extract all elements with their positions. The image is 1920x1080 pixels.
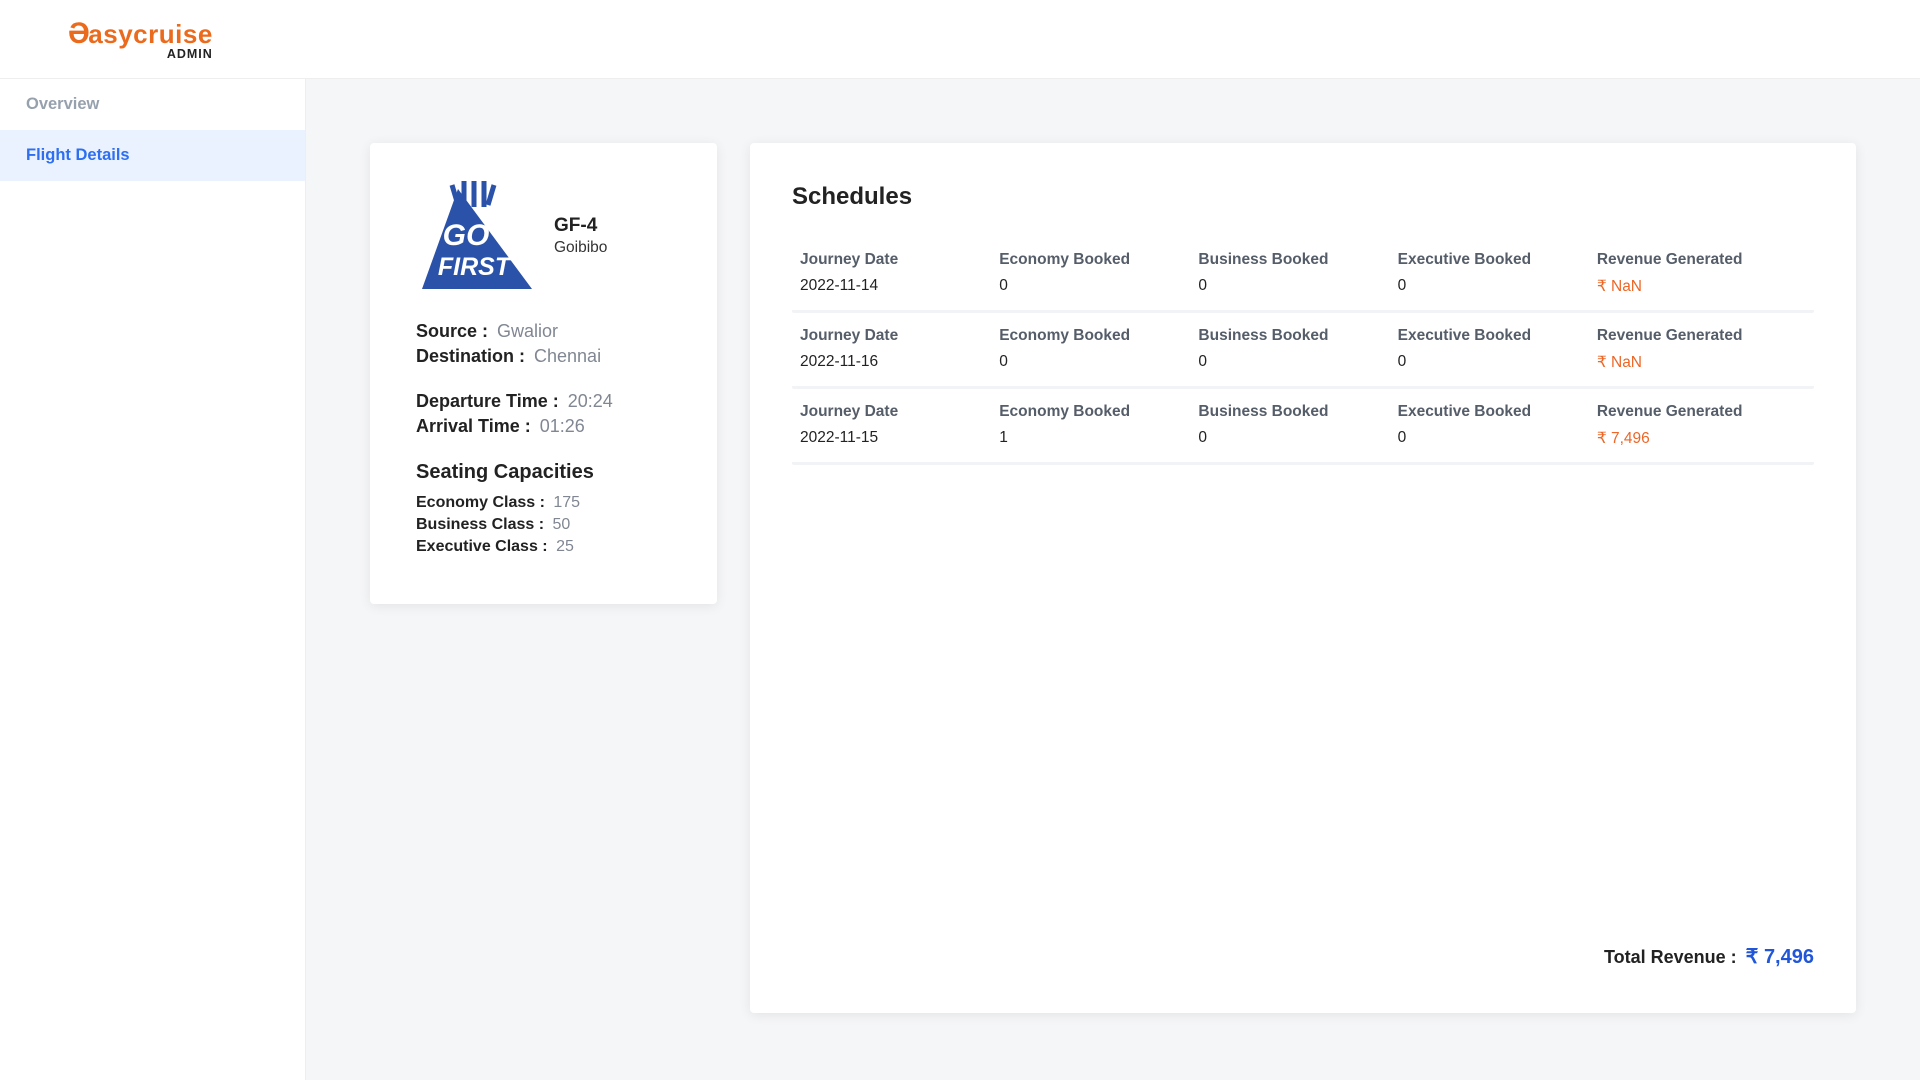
flight-airline: Goibibo	[554, 239, 607, 257]
col-business-header: Business Booked	[1198, 251, 1397, 269]
business-booked: 0	[1198, 277, 1397, 295]
svg-text:GO: GO	[443, 219, 490, 252]
schedules-title: Schedules	[792, 183, 1814, 211]
economy-booked: 0	[999, 277, 1198, 295]
revenue-generated: ₹ 7,496	[1597, 429, 1806, 448]
col-economy-header: Economy Booked	[999, 251, 1198, 269]
executive-booked: 0	[1398, 277, 1597, 295]
arrival-value: 01:26	[540, 416, 585, 436]
header: Ə asycruise ADMIN	[0, 0, 1920, 79]
brand-name: asycruise	[88, 19, 212, 50]
sidebar-item-flight-details[interactable]: Flight Details	[0, 130, 305, 181]
col-journey-header: Journey Date	[800, 403, 999, 421]
exe-value: 25	[556, 538, 574, 555]
main-content: GO FIRST GF-4 Goibibo Source : Gwalior D…	[306, 79, 1920, 1080]
departure-value: 20:24	[568, 391, 613, 411]
col-revenue-header: Revenue Generated	[1597, 327, 1806, 345]
col-executive-header: Executive Booked	[1398, 251, 1597, 269]
destination-value: Chennai	[534, 346, 601, 366]
executive-booked: 0	[1398, 429, 1597, 447]
sidebar: Overview Flight Details	[0, 79, 306, 1080]
schedules-card: Schedules Journey Date 2022-11-14 Econom…	[750, 143, 1856, 1013]
schedule-row: Journey Date 2022-11-14 Economy Booked 0…	[792, 237, 1814, 313]
biz-label: Business Class :	[416, 516, 549, 533]
revenue-generated: ₹ NaN	[1597, 277, 1806, 296]
airline-logo-icon: GO FIRST	[416, 181, 536, 291]
business-booked: 0	[1198, 429, 1397, 447]
col-economy-header: Economy Booked	[999, 327, 1198, 345]
col-revenue-header: Revenue Generated	[1597, 403, 1806, 421]
arrival-label: Arrival Time :	[416, 416, 536, 436]
total-revenue: Total Revenue : ₹ 7,496	[792, 924, 1814, 969]
total-revenue-value: ₹ 7,496	[1746, 946, 1814, 968]
eco-value: 175	[553, 494, 580, 511]
economy-booked: 1	[999, 429, 1198, 447]
economy-booked: 0	[999, 353, 1198, 371]
flight-info-card: GO FIRST GF-4 Goibibo Source : Gwalior D…	[370, 143, 717, 604]
col-economy-header: Economy Booked	[999, 403, 1198, 421]
biz-value: 50	[553, 516, 571, 533]
total-revenue-label: Total Revenue :	[1604, 947, 1742, 967]
journey-date: 2022-11-16	[800, 353, 999, 371]
col-executive-header: Executive Booked	[1398, 327, 1597, 345]
svg-text:FIRST: FIRST	[438, 253, 513, 281]
revenue-generated: ₹ NaN	[1597, 353, 1806, 372]
schedule-row: Journey Date 2022-11-16 Economy Booked 0…	[792, 313, 1814, 389]
col-executive-header: Executive Booked	[1398, 403, 1597, 421]
eco-label: Economy Class :	[416, 494, 549, 511]
sidebar-item-overview[interactable]: Overview	[0, 79, 305, 130]
schedule-row: Journey Date 2022-11-15 Economy Booked 1…	[792, 389, 1814, 465]
business-booked: 0	[1198, 353, 1397, 371]
journey-date: 2022-11-14	[800, 277, 999, 295]
source-label: Source :	[416, 321, 493, 341]
col-journey-header: Journey Date	[800, 327, 999, 345]
col-journey-header: Journey Date	[800, 251, 999, 269]
source-value: Gwalior	[497, 321, 558, 341]
brand-logo[interactable]: Ə asycruise ADMIN	[68, 17, 213, 61]
executive-booked: 0	[1398, 353, 1597, 371]
col-business-header: Business Booked	[1198, 403, 1397, 421]
schedules-list: Journey Date 2022-11-14 Economy Booked 0…	[792, 237, 1814, 924]
col-business-header: Business Booked	[1198, 327, 1397, 345]
logo-mark-icon: Ə	[68, 17, 90, 51]
exe-label: Executive Class :	[416, 538, 552, 555]
flight-id: GF-4	[554, 215, 607, 237]
destination-label: Destination :	[416, 346, 530, 366]
departure-label: Departure Time :	[416, 391, 564, 411]
brand-subtitle: ADMIN	[167, 47, 213, 61]
journey-date: 2022-11-15	[800, 429, 999, 447]
seating-title: Seating Capacities	[416, 461, 671, 484]
col-revenue-header: Revenue Generated	[1597, 251, 1806, 269]
